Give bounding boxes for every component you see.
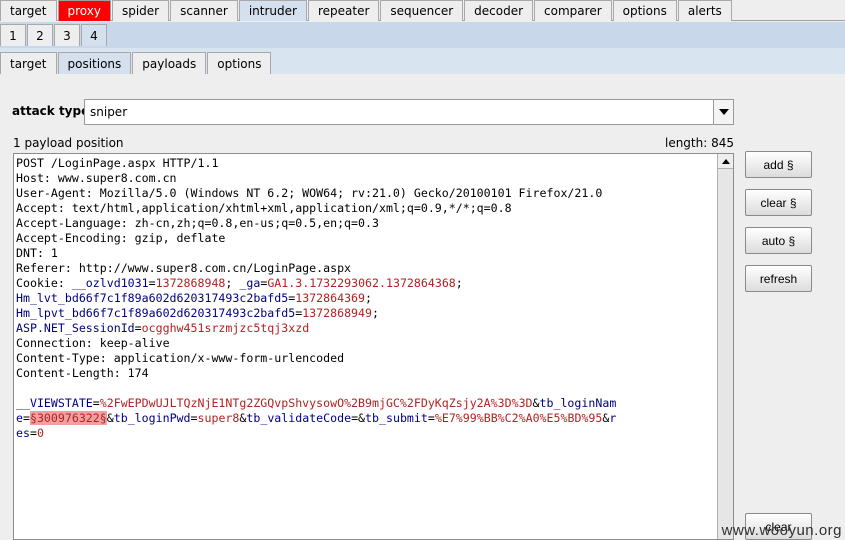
body-param-name-wrap: es xyxy=(16,426,30,440)
intruder-tab-2[interactable]: 2 xyxy=(27,24,53,46)
intruder-tab-4[interactable]: 4 xyxy=(81,24,107,46)
chevron-down-icon[interactable] xyxy=(713,100,733,124)
section-tab-payloads[interactable]: payloads xyxy=(132,52,207,74)
request-line: POST /LoginPage.aspx HTTP/1.1 xyxy=(16,156,219,170)
body-param-name: r xyxy=(609,411,617,425)
editor-scrollbar[interactable] xyxy=(717,154,733,539)
body-param-name: tb_loginNam xyxy=(539,396,617,410)
intruder-number-tabs: 1 2 3 4 xyxy=(0,24,108,47)
intruder-tab-strip xyxy=(0,22,845,48)
cookie-name: Hm_lvt_bd66f7c1f89a602d620317493c2bafd5 xyxy=(16,291,289,305)
cookie-name: __ozlvd1031 xyxy=(71,276,149,290)
cookie-value: 1372868949 xyxy=(302,306,372,320)
section-tab-target[interactable]: target xyxy=(0,52,57,74)
header-referer: Referer: http://www.super8.com.cn/LoginP… xyxy=(16,261,352,275)
tab-repeater[interactable]: repeater xyxy=(307,0,380,21)
cookie-separator: ; xyxy=(365,291,373,305)
payload-position-count: 1 payload position xyxy=(13,136,124,150)
header-content-length: Content-Length: 174 xyxy=(16,366,149,380)
body-param-name: tb_submit xyxy=(365,411,428,425)
cookie-value: ocgghw451srzmjzc5tqj3xzd xyxy=(141,321,310,335)
cookie-value: GA1.3.1732293062.1372864368 xyxy=(267,276,456,290)
body-param-value: %2FwEPDwUJLTQzNjE1NTg2ZGQvpShvysowO%2B9m… xyxy=(99,396,533,410)
request-editor[interactable]: POST /LoginPage.aspx HTTP/1.1 Host: www.… xyxy=(13,153,734,540)
cookie-value: 1372868948 xyxy=(155,276,226,290)
request-length: length: 845 xyxy=(664,136,734,150)
auto-markers-button[interactable]: auto § xyxy=(745,227,812,254)
header-dnt: DNT: 1 xyxy=(16,246,58,260)
section-tab-positions[interactable]: positions xyxy=(57,52,132,74)
tab-sequencer[interactable]: sequencer xyxy=(380,0,464,21)
tab-intruder[interactable]: intruder xyxy=(238,0,307,21)
tab-scanner[interactable]: scanner xyxy=(170,0,238,21)
header-content-type: Content-Type: application/x-www-form-url… xyxy=(16,351,345,365)
cookie-name: Hm_lpvt_bd66f7c1f89a602d620317493c2bafd5 xyxy=(16,306,296,320)
attack-type-label: attack type xyxy=(12,104,90,118)
tab-target[interactable]: target xyxy=(0,0,57,21)
header-connection: Connection: keep-alive xyxy=(16,336,170,350)
header-user-agent: User-Agent: Mozilla/5.0 (Windows NT 6.2;… xyxy=(16,186,603,200)
header-accept-encoding: Accept-Encoding: gzip, deflate xyxy=(16,231,226,245)
main-tab-bar: target proxy spider scanner intruder rep… xyxy=(0,0,845,21)
intruder-tab-3[interactable]: 3 xyxy=(54,24,80,46)
cookie-separator: ; xyxy=(225,276,240,290)
body-param-value: %E7%99%BB%C2%A0%E5%BD%95 xyxy=(434,411,603,425)
cookie-name: _ga xyxy=(239,276,261,290)
cookie-name: ASP.NET_SessionId xyxy=(16,321,135,335)
header-accept-language: Accept-Language: zh-cn,zh;q=0.8,en-us;q=… xyxy=(16,216,379,230)
clear-markers-button[interactable]: clear § xyxy=(745,189,812,216)
body-param-name: tb_loginPwd xyxy=(113,411,191,425)
cookie-separator: ; xyxy=(455,276,463,290)
header-accept: Accept: text/html,application/xhtml+xml,… xyxy=(16,201,512,215)
payload-position-marker[interactable]: §300976322§ xyxy=(29,411,107,425)
add-marker-button[interactable]: add § xyxy=(745,151,812,178)
cookie-separator: ; xyxy=(372,306,379,320)
tab-decoder[interactable]: decoder xyxy=(464,0,534,21)
tab-comparer[interactable]: comparer xyxy=(534,0,612,21)
header-host: Host: www.super8.com.cn xyxy=(16,171,177,185)
attack-type-select[interactable]: sniper xyxy=(84,99,734,125)
tab-alerts[interactable]: alerts xyxy=(677,0,732,21)
section-tabs: target positions payloads options xyxy=(0,52,272,74)
scroll-up-icon[interactable] xyxy=(718,154,733,169)
watermark: www.wooyun.org xyxy=(721,522,842,539)
cookie-value: 1372864369 xyxy=(295,291,366,305)
refresh-button[interactable]: refresh xyxy=(745,265,812,292)
request-text[interactable]: POST /LoginPage.aspx HTTP/1.1 Host: www.… xyxy=(16,156,716,441)
body-param-name: __VIEWSTATE xyxy=(16,396,93,410)
tab-proxy[interactable]: proxy xyxy=(57,0,111,21)
tab-spider[interactable]: spider xyxy=(111,0,170,21)
attack-type-value: sniper xyxy=(90,105,128,119)
body-param-value: 0 xyxy=(36,426,44,440)
body-param-name-wrap: e xyxy=(16,411,23,425)
body-param-name: tb_validateCode xyxy=(246,411,352,425)
section-tab-options[interactable]: options xyxy=(207,52,272,74)
intruder-tab-1[interactable]: 1 xyxy=(0,24,26,46)
tab-options[interactable]: options xyxy=(612,0,677,21)
body-param-value: super8 xyxy=(197,411,240,425)
header-cookie-label: Cookie: xyxy=(16,276,72,290)
